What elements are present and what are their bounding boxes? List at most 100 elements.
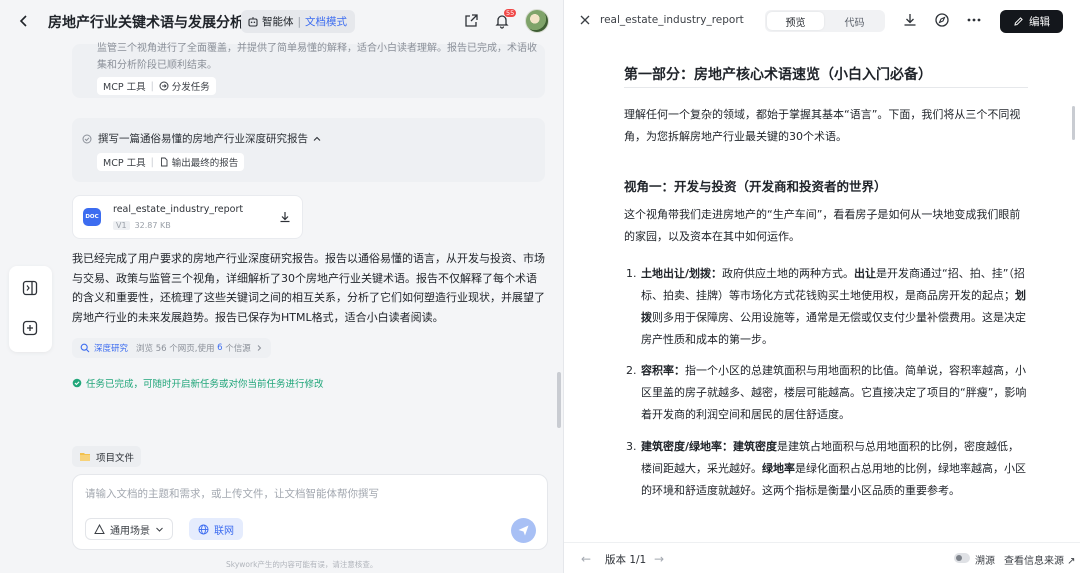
download-icon (280, 212, 290, 223)
chat-thread: 监管三个视角进行了全面覆盖，并提供了简单易懂的解释，适合小白读者理解。报告已完成… (72, 43, 547, 444)
pencil-icon (1014, 17, 1023, 26)
trace-toggle[interactable] (954, 553, 970, 563)
task-summary-text: 监管三个视角进行了全面覆盖，并提供了简单易懂的解释，适合小白读者理解。报告已完成… (97, 43, 537, 70)
tool-chip[interactable]: MCP 工具 | 分发任务 (97, 77, 216, 95)
list-item: 3. 建筑密度/绿地率：建筑密度是建筑占地面积与总用地面积的比例，密度越低，楼间… (626, 440, 1026, 497)
view-tabs: 预览 代码 (765, 10, 885, 32)
task-complete-text: 任务已完成，可随时开启新任务或对你当前任务进行修改 (86, 379, 324, 390)
globe-icon (198, 524, 209, 534)
research-prefix: 浏览 56 个网页,使用 (136, 344, 215, 354)
tool-row: MCP 工具 | 输出最终的报告 (97, 153, 245, 171)
preview-pane: real_estate_industry_report 预览 代码 编辑 第一部… (563, 0, 1080, 573)
tool-chip[interactable]: MCP 工具 | 输出最终的报告 (97, 153, 245, 171)
tab-code[interactable]: 代码 (826, 12, 883, 30)
preview-file-name: real_estate_industry_report (600, 14, 744, 26)
folder-icon (80, 453, 90, 461)
explore-button[interactable] (934, 12, 952, 30)
document-icon (160, 157, 168, 167)
scene-selector[interactable]: 通用场景 (85, 518, 173, 540)
tool-label: MCP 工具 (103, 158, 146, 169)
notification-button[interactable]: 55 (492, 9, 517, 31)
trace-label: 溯源 (975, 556, 995, 567)
tab-preview[interactable]: 预览 (767, 12, 824, 30)
project-files-label: 项目文件 (96, 452, 135, 464)
chevron-left-icon (19, 15, 27, 27)
notification-badge: 55 (504, 9, 517, 17)
tool-action-label: 分发任务 (171, 82, 210, 93)
deep-research-chip[interactable]: 深度研究 浏览 56 个网页,使用 6 个信源 (72, 338, 271, 358)
close-preview-button[interactable] (578, 12, 594, 28)
left-header: 房地产行业关键术语与发展分析 智能体 | 文档模式 55 (0, 0, 563, 44)
share-icon (465, 14, 478, 27)
network-toggle[interactable]: 联网 (189, 518, 243, 540)
view-sources-link[interactable]: 查看信息来源 ↗ (1004, 552, 1076, 567)
intro-paragraph: 理解任何一个复杂的领域，都始于掌握其基本“语言”。下面，我们将从三个不同视角，为… (624, 108, 1021, 143)
file-name: real_estate_industry_report (113, 204, 244, 215)
task-card-previous: 监管三个视角进行了全面覆盖，并提供了简单易懂的解释，适合小白读者理解。报告已完成… (72, 43, 545, 98)
project-files-button[interactable]: 项目文件 (72, 446, 142, 467)
page-title: 房地产行业关键术语与发展分析 (48, 15, 244, 31)
download-button[interactable] (902, 12, 920, 30)
file-attachment-card[interactable]: DOC real_estate_industry_report V1 32.87… (72, 195, 303, 239)
scene-label: 通用场景 (110, 525, 150, 537)
prompt-input[interactable]: 请输入文档的主题和需求，或上传文件，让文档智能体帮你撰写 (85, 486, 379, 501)
new-task-button[interactable] (21, 319, 39, 337)
agent-icon (248, 16, 258, 27)
panel-toggle-icon (22, 280, 38, 296)
heading-divider (624, 87, 1028, 88)
section-heading: 第一部分：房地产核心术语速览（小白入门必备） (624, 67, 932, 83)
list-item: 2. 容积率：指一个小区的总建筑面积与用地面积的比值。简单说，容积率越高，小区里… (626, 364, 1027, 421)
task-card-report: 撰写一篇通俗易懂的房地产行业深度研究报告 MCP 工具 | 输出最终的报告 (72, 118, 545, 182)
toggle-panel-button[interactable] (21, 279, 39, 297)
chevron-up-icon (313, 136, 321, 141)
document-scrollbar[interactable] (1072, 106, 1075, 140)
tool-action-label: 输出最终的报告 (171, 158, 239, 169)
task-step[interactable]: 撰写一篇通俗易懂的房地产行业深度研究报告 (82, 131, 322, 146)
doc-file-icon: DOC (83, 208, 101, 226)
next-version-button[interactable]: → (654, 552, 664, 566)
term: 容积率： (641, 364, 685, 377)
tool-label: MCP 工具 (103, 82, 146, 93)
more-button[interactable] (966, 12, 984, 30)
compass-icon (935, 13, 949, 27)
deep-research-label: 深度研究 (94, 344, 129, 354)
document-content: 第一部分：房地产核心术语速览（小白入门必备） 理解任何一个复杂的领域，都始于掌握… (610, 44, 1080, 534)
scene-icon (94, 523, 105, 534)
check-circle-icon (82, 134, 92, 143)
subsection-intro: 这个视角带我们走进房地产的“生产车间”，看看房子是如何从一块地变成我们眼前的家园… (624, 208, 1021, 243)
network-label: 联网 (214, 525, 234, 537)
file-version: V1 (113, 221, 130, 230)
mode-selector[interactable]: 智能体 | 文档模式 (241, 10, 356, 33)
agent-label: 智能体 (262, 16, 294, 28)
term: 土地出让/划拨： (641, 267, 723, 280)
subsection-heading: 视角一：开发与投资（开发商和投资者的世界） (624, 179, 887, 194)
share-button[interactable] (461, 11, 481, 31)
chat-pane: 房地产行业关键术语与发展分析 智能体 | 文档模式 55 监管三个视角进行了全面… (0, 0, 563, 573)
add-square-icon (22, 320, 38, 336)
source-count: 6 (217, 343, 223, 353)
avatar[interactable] (525, 9, 549, 33)
task-complete-status: 任务已完成，可随时开启新任务或对你当前任务进行修改 (72, 376, 324, 390)
download-button[interactable] (278, 209, 294, 225)
assistant-message: 我已经完成了用户要求的房地产行业深度研究报告。报告以通俗易懂的语言，从开发与投资… (72, 252, 545, 324)
chevron-down-icon (156, 527, 163, 532)
prev-version-button[interactable]: ← (581, 552, 591, 566)
mode-label: 文档模式 (305, 16, 348, 28)
composer: 请输入文档的主题和需求，或上传文件，让文档智能体帮你撰写 通用场景 联网 (72, 474, 548, 550)
file-size: 32.87 KB (134, 221, 171, 230)
side-toolbar (9, 266, 52, 352)
edit-label: 编辑 (1029, 16, 1050, 28)
list-item: 1. 土地出让/划拨：政府供应土地的两种方式。出让是开发商通过“招、拍、挂”（招… (626, 267, 1026, 346)
chat-scrollbar[interactable] (557, 372, 561, 428)
tool-row: MCP 工具 | 分发任务 (97, 77, 216, 95)
preview-footer: ← 版本 1/1 → 溯源 查看信息来源 ↗ (564, 542, 1080, 573)
check-circle-icon (72, 378, 82, 388)
edit-button[interactable]: 编辑 (1000, 10, 1063, 33)
close-icon (580, 15, 590, 25)
research-suffix: 个信源 (225, 344, 251, 354)
download-icon (904, 14, 916, 26)
back-button[interactable] (14, 11, 34, 31)
version-label: 版本 1/1 (605, 554, 647, 566)
task-step-label: 撰写一篇通俗易懂的房地产行业深度研究报告 (98, 133, 308, 145)
send-button[interactable] (511, 518, 536, 543)
